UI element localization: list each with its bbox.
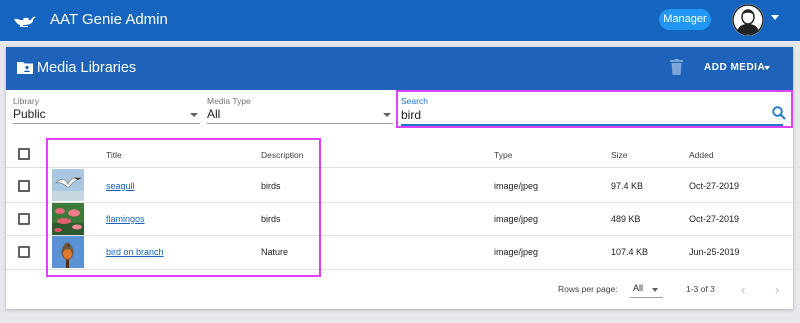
column-header-type[interactable]: Type [494,150,512,160]
row-checkbox[interactable] [18,213,30,225]
media-libraries-card: Media Libraries ADD MEDIA Library Public… [6,47,793,309]
library-underline [13,123,200,124]
user-avatar-icon [732,4,764,36]
media-title-link[interactable]: bird on branch [106,247,164,257]
row-checkbox[interactable] [18,180,30,192]
row-checkbox[interactable] [18,246,30,258]
account-menu-caret-icon[interactable] [771,15,779,20]
flamingos-image [52,203,84,235]
media-description: Nature [261,247,289,257]
media-title-link[interactable]: seagull [106,181,135,191]
library-value[interactable]: Public [13,107,46,121]
rows-per-page-dropdown-icon[interactable] [652,288,658,292]
media-type-label: Media Type [207,96,251,106]
rows-per-page-select[interactable]: All [633,283,643,293]
media-added-date: Oct-27-2019 [689,181,740,191]
user-avatar[interactable] [732,4,764,36]
library-label: Library [13,96,39,106]
media-size: 97.4 KB [611,181,644,191]
seagull-thumbnail[interactable] [52,169,84,201]
genie-lamp-icon [14,16,36,27]
app-title: AAT Genie Admin [50,11,168,28]
media-description: birds [261,181,281,191]
seagull-image [52,169,84,201]
media-title-link[interactable]: flamingos [106,214,145,224]
select-all-checkbox[interactable] [18,148,30,160]
row-divider [6,235,793,236]
column-header-description[interactable]: Description [261,150,304,160]
search-label: Search [401,96,428,106]
chevron-right-icon[interactable]: › [775,282,779,297]
rows-per-page-underline [630,297,663,298]
delete-icon[interactable] [670,59,683,75]
media-added-date: Jun-25-2019 [689,247,740,257]
media-type: image/jpeg [494,247,539,257]
card-header: Media Libraries ADD MEDIA [6,47,793,90]
pagination-range: 1-3 of 3 [686,284,715,294]
media-size: 107.4 KB [611,247,649,257]
search-icon[interactable] [772,106,786,120]
folder-shared-icon [17,62,33,74]
row-divider [6,269,793,270]
chevron-left-icon[interactable]: ‹ [741,282,745,297]
search-field[interactable]: Search [396,90,793,128]
row-divider [6,202,793,203]
manager-role-button[interactable]: Manager [659,9,711,30]
media-type: image/jpeg [494,181,539,191]
media-type: image/jpeg [494,214,539,224]
search-underline [401,124,783,126]
add-media-caret-icon[interactable] [764,66,770,70]
media-size: 489 KB [611,214,641,224]
card-title: Media Libraries [37,60,137,76]
add-media-button[interactable]: ADD MEDIA [704,62,765,73]
column-header-added[interactable]: Added [689,150,714,160]
app-bar: AAT Genie Admin Manager [0,0,800,41]
search-input[interactable] [401,107,761,123]
rows-per-page-label: Rows per page: [558,284,618,294]
bird-on-branch-image [52,236,84,268]
media-type-value[interactable]: All [207,107,220,121]
media-type-underline [207,123,393,124]
library-dropdown-icon[interactable] [190,113,198,117]
column-header-title[interactable]: Title [106,150,122,160]
column-header-size[interactable]: Size [611,150,628,160]
media-description: birds [261,214,281,224]
bird-on-branch-thumbnail[interactable] [52,236,84,268]
media-type-dropdown-icon[interactable] [383,113,391,117]
media-added-date: Oct-27-2019 [689,214,740,224]
header-divider [6,167,793,168]
flamingos-thumbnail[interactable] [52,203,84,235]
